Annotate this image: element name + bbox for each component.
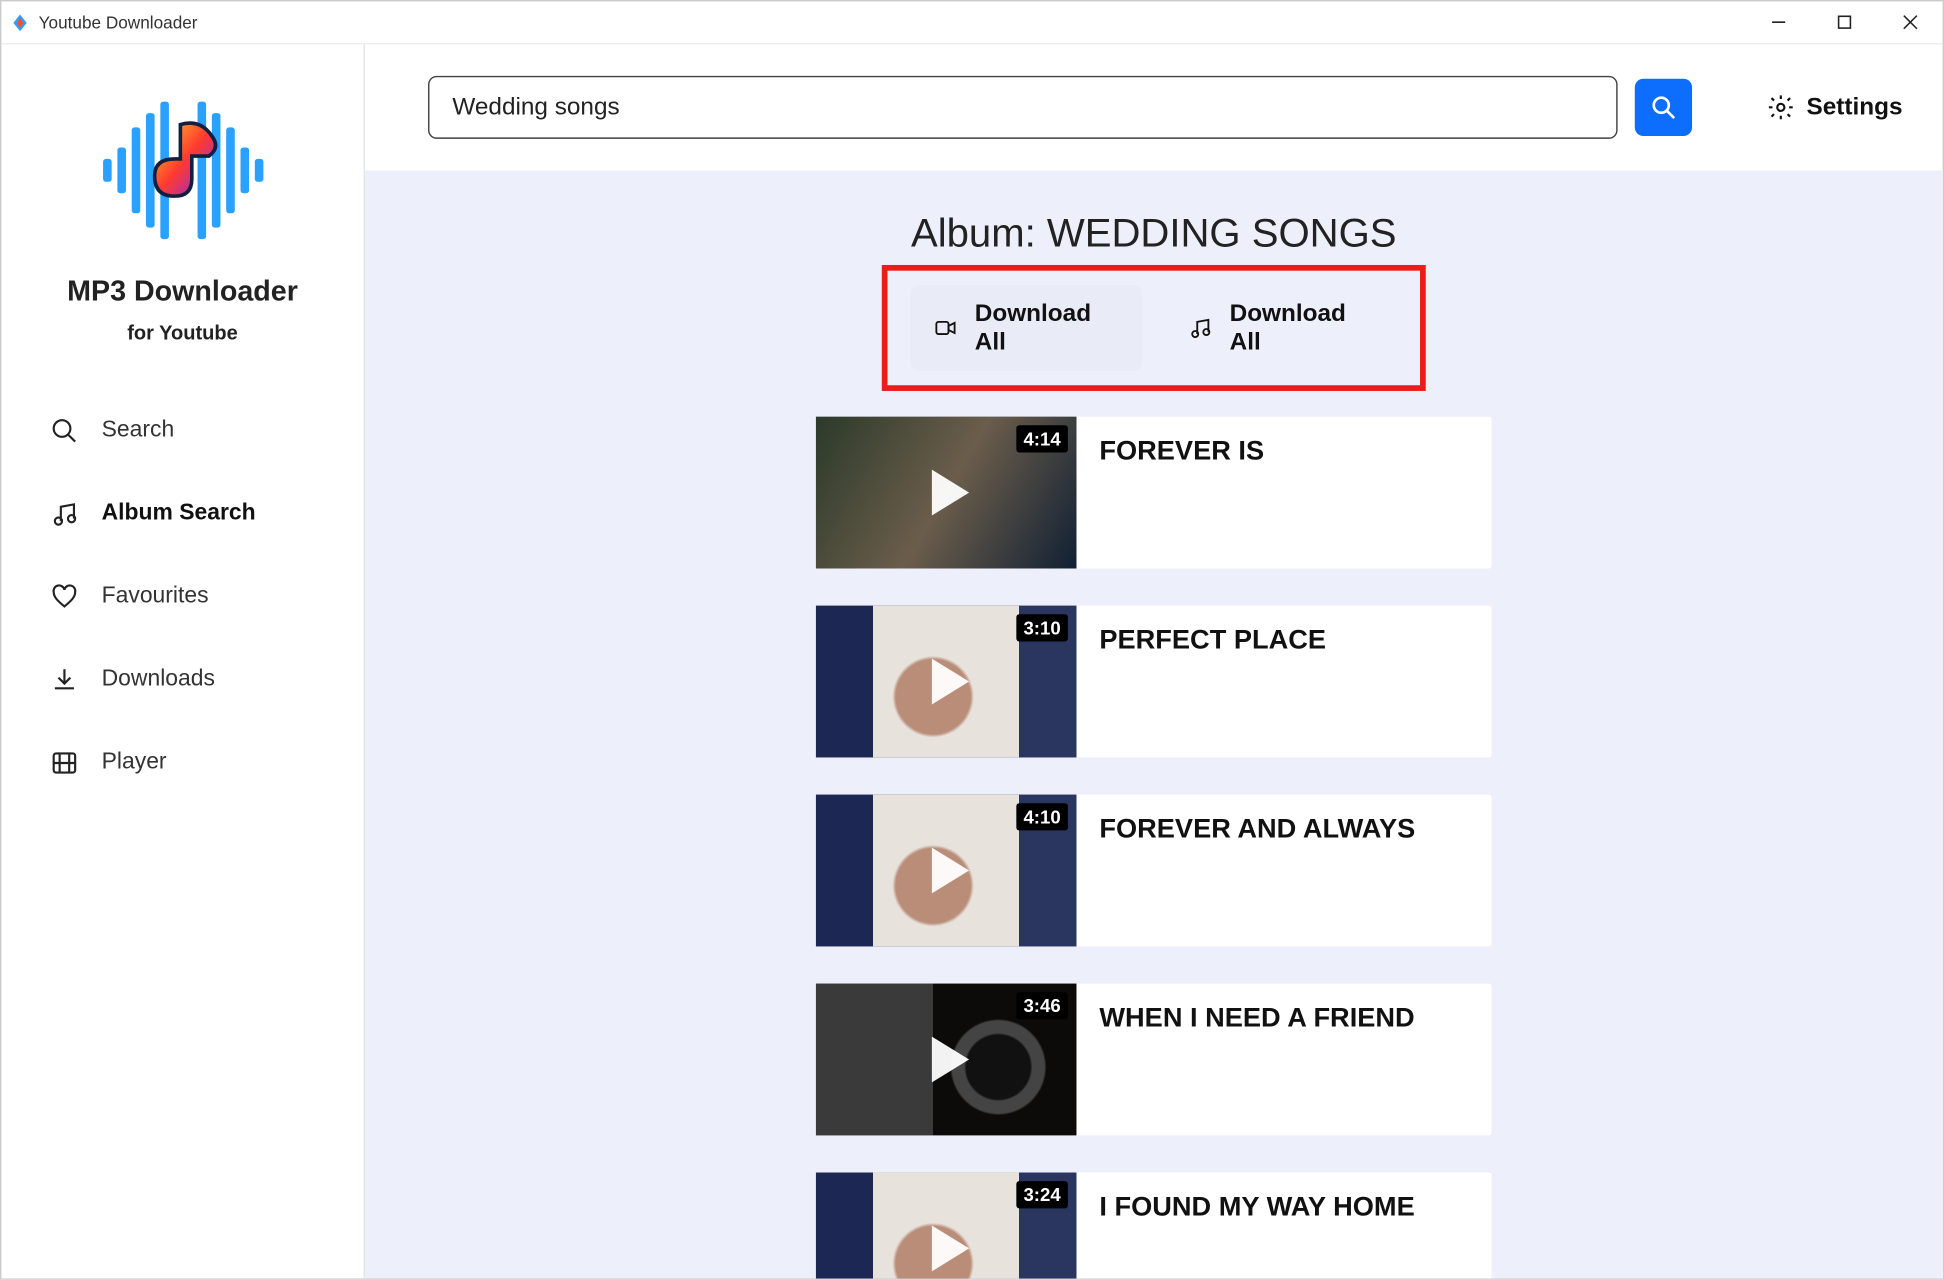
result-title: FOREVER AND ALWAYS	[1077, 794, 1492, 946]
search-button[interactable]	[1635, 79, 1692, 136]
titlebar: Youtube Downloader	[1, 1, 1942, 44]
nav: Search Album Search Favourites Downloads…	[1, 389, 363, 804]
result-card[interactable]: 3:10 PERFECT PLACE	[816, 606, 1492, 758]
nav-album-search[interactable]: Album Search	[1, 472, 363, 555]
settings-label: Settings	[1806, 93, 1902, 122]
thumbnail[interactable]: 3:46	[816, 983, 1077, 1135]
result-title: WHEN I NEED A FRIEND	[1077, 983, 1492, 1135]
header: Settings	[365, 44, 1943, 170]
film-icon	[50, 749, 79, 778]
minimize-button[interactable]	[1745, 1, 1811, 44]
play-icon	[932, 1036, 969, 1082]
play-icon	[932, 658, 969, 704]
thumbnail[interactable]: 4:14	[816, 417, 1077, 569]
play-icon	[932, 847, 969, 893]
content: Album: WEDDING SONGS Download All Downlo…	[365, 170, 1943, 1278]
nav-favourites[interactable]: Favourites	[1, 555, 363, 638]
gear-icon	[1766, 93, 1795, 122]
nav-label: Player	[102, 750, 167, 776]
brand-title: MP3 Downloader	[67, 276, 298, 309]
music-icon	[1188, 315, 1212, 341]
brand-subtitle: for Youtube	[127, 321, 238, 344]
play-icon	[932, 470, 969, 516]
download-all-audio-label: Download All	[1230, 299, 1375, 356]
thumbnail[interactable]: 3:24	[816, 1172, 1077, 1278]
nav-downloads[interactable]: Downloads	[1, 638, 363, 721]
music-icon	[50, 500, 79, 529]
nav-label: Search	[102, 418, 175, 444]
download-all-audio-button[interactable]: Download All	[1165, 285, 1397, 371]
result-card[interactable]: 3:24 I FOUND MY WAY HOME	[816, 1172, 1492, 1278]
duration-badge: 4:14	[1016, 425, 1068, 452]
video-icon	[933, 315, 957, 341]
album-heading: Album: WEDDING SONGS	[365, 210, 1943, 256]
duration-badge: 4:10	[1016, 803, 1068, 830]
search-input[interactable]	[428, 76, 1618, 139]
download-all-video-label: Download All	[975, 299, 1120, 356]
sidebar: MP3 Downloader for Youtube Search Album …	[1, 44, 365, 1278]
thumbnail[interactable]: 4:10	[816, 794, 1077, 946]
window-title: Youtube Downloader	[39, 12, 198, 32]
result-card[interactable]: 4:10 FOREVER AND ALWAYS	[816, 794, 1492, 946]
results-list: 4:14 FOREVER IS 3:10 PERFECT PLACE 4:10 …	[816, 417, 1492, 1279]
titlebar-left: Youtube Downloader	[10, 12, 198, 32]
maximize-button[interactable]	[1811, 1, 1877, 44]
settings-button[interactable]: Settings	[1766, 93, 1902, 122]
download-all-video-button[interactable]: Download All	[910, 285, 1142, 371]
window-controls	[1745, 1, 1943, 44]
result-title: FOREVER IS	[1077, 417, 1492, 569]
heart-icon	[50, 583, 79, 612]
duration-badge: 3:46	[1016, 992, 1068, 1019]
play-icon	[932, 1225, 969, 1271]
nav-player[interactable]: Player	[1, 721, 363, 804]
thumbnail[interactable]: 3:10	[816, 606, 1077, 758]
download-icon	[50, 666, 79, 695]
search-icon	[1650, 94, 1676, 120]
app-icon	[10, 12, 30, 32]
nav-label: Album Search	[102, 501, 256, 527]
brand-logo	[97, 84, 269, 256]
download-all-highlight: Download All Download All	[882, 265, 1426, 391]
result-title: PERFECT PLACE	[1077, 606, 1492, 758]
duration-badge: 3:24	[1016, 1181, 1068, 1208]
close-button[interactable]	[1877, 1, 1943, 44]
app-window: Youtube Downloader	[0, 0, 1944, 1280]
search-icon	[50, 417, 79, 446]
result-card[interactable]: 4:14 FOREVER IS	[816, 417, 1492, 569]
main: Settings Album: WEDDING SONGS Download A…	[365, 44, 1943, 1278]
duration-badge: 3:10	[1016, 614, 1068, 641]
nav-label: Downloads	[102, 667, 215, 693]
nav-label: Favourites	[102, 584, 209, 610]
nav-search[interactable]: Search	[1, 389, 363, 472]
result-card[interactable]: 3:46 WHEN I NEED A FRIEND	[816, 983, 1492, 1135]
result-title: I FOUND MY WAY HOME	[1077, 1172, 1492, 1278]
